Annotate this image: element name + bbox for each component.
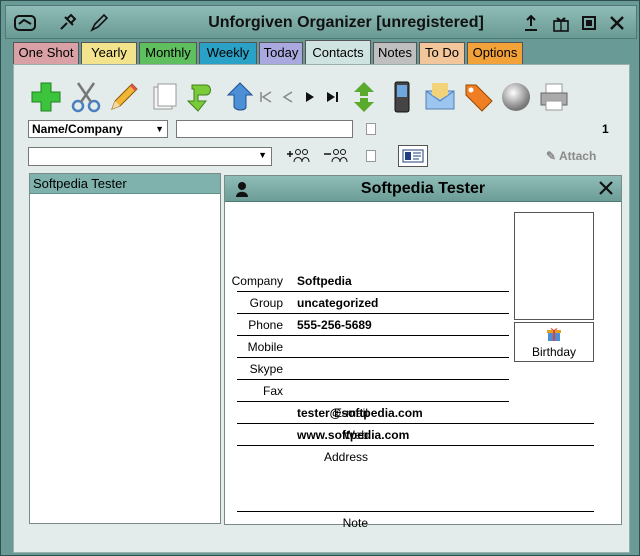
print-icon[interactable]	[536, 79, 572, 115]
tab-to-do[interactable]: To Do	[419, 42, 465, 64]
field-label: Phone	[248, 318, 283, 332]
sort-icon[interactable]	[346, 79, 382, 115]
first-icon[interactable]	[256, 79, 276, 115]
card-view-icon[interactable]	[398, 145, 428, 167]
field-company: Company Softpedia	[232, 270, 509, 292]
search-field-select[interactable]: Name/Company ▼	[28, 120, 168, 138]
page-icon[interactable]	[366, 123, 376, 135]
detail-header: Softpedia Tester	[225, 176, 621, 202]
tab-today[interactable]: Today	[259, 42, 303, 64]
field-value[interactable]: www.softpedia.com	[297, 428, 409, 442]
paperclip-icon: ✎	[546, 149, 559, 163]
field-label: Note	[342, 516, 368, 530]
field-label: Skype	[249, 362, 283, 376]
last-icon[interactable]	[322, 79, 342, 115]
move-down-icon[interactable]	[184, 79, 220, 115]
field-web: Web www.softpedia.com	[237, 424, 594, 446]
add-icon[interactable]	[28, 79, 64, 115]
field-label: Address	[323, 450, 368, 464]
field-group: Group uncategorized	[237, 292, 509, 314]
globe-icon[interactable]	[498, 79, 534, 115]
page-icon[interactable]	[366, 150, 376, 162]
field-value[interactable]: uncategorized	[297, 296, 378, 310]
next-icon[interactable]	[300, 79, 320, 115]
upload-icon[interactable]	[520, 12, 542, 34]
group-filter-select[interactable]: ▼	[28, 147, 272, 166]
birthday-button[interactable]: Birthday	[514, 322, 594, 362]
edit-icon[interactable]	[106, 79, 142, 115]
field-address: Address	[237, 446, 594, 512]
tab-options[interactable]: Options	[467, 42, 523, 64]
field-email: E-mail tester@softpedia.com	[237, 402, 594, 424]
field-skype: Skype	[237, 358, 509, 380]
logo-icon[interactable]	[14, 12, 36, 34]
contacts-panel: Name/Company ▼ 1 ▼ ✎ Attach Softpedia Te…	[13, 64, 630, 553]
close-icon[interactable]	[599, 181, 613, 198]
pen-icon[interactable]	[88, 12, 110, 34]
search-input[interactable]	[176, 120, 353, 138]
window-title: Unforgiven Organizer [unregistered]	[208, 14, 484, 31]
field-value[interactable]: Softpedia	[297, 274, 352, 288]
field-value[interactable]: tester@softpedia.com	[297, 406, 423, 420]
field-label: Company	[231, 274, 283, 288]
field-phone: Phone 555-256-5689	[237, 314, 509, 336]
attach-label: Attach	[558, 149, 597, 163]
move-up-icon[interactable]	[222, 79, 258, 115]
toolbar	[28, 79, 588, 119]
title-bar: Unforgiven Organizer [unregistered]	[5, 5, 637, 39]
field-value[interactable]: 555-256-5689	[297, 318, 372, 332]
copy-icon[interactable]	[146, 79, 182, 115]
tag-icon[interactable]	[460, 79, 496, 115]
tab-contacts[interactable]: Contacts	[305, 40, 371, 66]
add-group-icon[interactable]	[284, 148, 310, 167]
field-mobile: Mobile	[237, 336, 509, 358]
contact-detail: Softpedia Tester Company Softpedia Group…	[224, 175, 622, 530]
phone-icon[interactable]	[384, 79, 420, 115]
list-item[interactable]: Softpedia Tester	[30, 174, 220, 194]
tab-monthly[interactable]: Monthly	[139, 42, 197, 64]
gift-icon	[515, 326, 593, 345]
maximize-icon[interactable]	[578, 12, 600, 34]
attach-button[interactable]: ✎ Attach	[546, 149, 596, 163]
gift-icon[interactable]	[550, 12, 572, 34]
contact-name: Softpedia Tester	[360, 180, 486, 197]
result-count: 1	[602, 122, 609, 136]
tab-yearly[interactable]: Yearly	[81, 42, 137, 64]
field-fax: Fax	[237, 380, 509, 402]
close-icon[interactable]	[606, 12, 628, 34]
chevron-down-icon: ▼	[258, 150, 267, 160]
person-icon	[235, 181, 249, 200]
pin-icon[interactable]	[56, 12, 78, 34]
field-label: Mobile	[247, 340, 283, 354]
tab-one-shot[interactable]: One Shot	[13, 42, 79, 64]
field-label: Fax	[262, 384, 283, 398]
main-window: Unforgiven Organizer [unregistered] One …	[0, 0, 640, 556]
chevron-down-icon: ▼	[155, 124, 164, 134]
remove-group-icon[interactable]	[322, 148, 348, 167]
search-field-value: Name/Company	[32, 122, 123, 136]
cut-icon[interactable]	[68, 79, 104, 115]
tab-notes[interactable]: Notes	[373, 42, 417, 64]
tab-weekly[interactable]: Weekly	[199, 42, 257, 64]
field-label: Group	[249, 296, 283, 310]
field-note: Note	[237, 512, 594, 530]
contact-list: Softpedia Tester	[29, 173, 221, 524]
prev-icon[interactable]	[278, 79, 298, 115]
birthday-label: Birthday	[531, 345, 577, 359]
email-icon[interactable]	[422, 79, 458, 115]
contact-photo[interactable]	[514, 212, 594, 320]
